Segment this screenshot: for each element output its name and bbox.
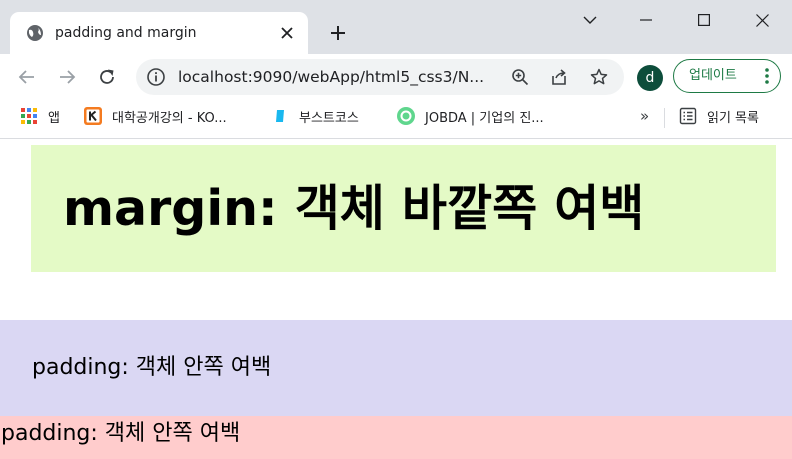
page-content: margin: 객체 바깥쪽 여백 padding: 객체 안쪽 여백 padd…: [0, 139, 792, 459]
reading-list-button[interactable]: 읽기 목록: [679, 106, 759, 126]
more-vert-icon: [765, 68, 769, 84]
forward-button[interactable]: [52, 62, 82, 92]
zoom-in-icon: [512, 69, 529, 86]
star-icon: [590, 68, 608, 85]
share-button[interactable]: [547, 65, 571, 89]
no-padding-example-box: padding: 객체 안쪽 여백: [0, 416, 792, 459]
zoom-button[interactable]: [508, 65, 532, 89]
bookmark-kocw[interactable]: 대학공개강의 - KO...: [84, 106, 227, 126]
tab-search-button[interactable]: [562, 0, 618, 40]
browser-tab[interactable]: padding and margin: [10, 12, 308, 54]
share-icon: [552, 69, 566, 85]
bookmarks-overflow-button[interactable]: »: [640, 106, 649, 126]
bookmark-star-button[interactable]: [587, 65, 611, 89]
maximize-button[interactable]: [676, 0, 732, 40]
back-arrow-icon: [18, 70, 34, 84]
reading-list-icon: [679, 107, 697, 125]
bookmark-label: JOBDA | 기업의 진...: [425, 110, 544, 126]
bookmark-label: 대학공개강의 - KO...: [112, 110, 227, 126]
address-bar[interactable]: localhost:9090/webApp/html5_css3/N...: [136, 59, 624, 95]
reload-icon: [100, 69, 114, 84]
close-window-button[interactable]: [734, 0, 790, 40]
apps-grid-icon: [21, 108, 37, 124]
new-tab-button[interactable]: [324, 19, 352, 47]
minimize-icon: [640, 19, 652, 21]
tab-close-button[interactable]: [274, 20, 300, 46]
reload-button[interactable]: [92, 62, 122, 92]
update-button[interactable]: 업데이트: [673, 59, 781, 93]
bookmarks-divider: [664, 108, 665, 128]
forward-arrow-icon: [60, 70, 76, 84]
url-text[interactable]: localhost:9090/webApp/html5_css3/N...: [178, 67, 484, 87]
reading-list-label: 읽기 목록: [707, 110, 759, 126]
browser-toolbar: localhost:9090/webApp/html5_css3/N... d …: [0, 54, 792, 100]
bookmark-label: 부스트코스: [299, 110, 359, 126]
boostcourse-logo-icon: [276, 110, 284, 122]
padding-example-box: padding: 객체 안쪽 여백: [0, 320, 792, 416]
kocw-logo-icon: [84, 107, 102, 125]
maximize-icon: [698, 14, 710, 26]
jobda-logo-icon: [397, 107, 415, 125]
browser-titlebar: padding and margin: [0, 0, 792, 54]
margin-heading: margin: 객체 바깥쪽 여백: [63, 180, 645, 237]
margin-example-box: margin: 객체 바깥쪽 여백: [31, 145, 776, 272]
padding-text: padding: 객체 안쪽 여백: [32, 355, 272, 380]
bookmark-jobda[interactable]: JOBDA | 기업의 진...: [397, 106, 544, 126]
minimize-button[interactable]: [618, 0, 674, 40]
chevron-down-icon: [583, 16, 597, 24]
bookmark-boostcourse[interactable]: 부스트코스: [271, 106, 359, 126]
plus-icon: [331, 26, 345, 40]
tab-title: padding and margin: [55, 25, 197, 41]
info-icon[interactable]: [146, 67, 166, 87]
close-icon: [755, 13, 769, 27]
globe-icon: [27, 25, 43, 41]
close-icon: [281, 27, 293, 39]
no-padding-text: padding: 객체 안쪽 여백: [1, 421, 241, 446]
update-label: 업데이트: [689, 68, 737, 83]
bookmarks-bar: 앱 대학공개강의 - KO... 부스트코스 JOBDA | 기업의 진... …: [0, 100, 792, 139]
bookmark-label: 앱: [48, 110, 60, 126]
back-button[interactable]: [12, 62, 42, 92]
profile-avatar[interactable]: d: [637, 65, 663, 91]
bookmark-apps[interactable]: 앱: [20, 106, 60, 126]
